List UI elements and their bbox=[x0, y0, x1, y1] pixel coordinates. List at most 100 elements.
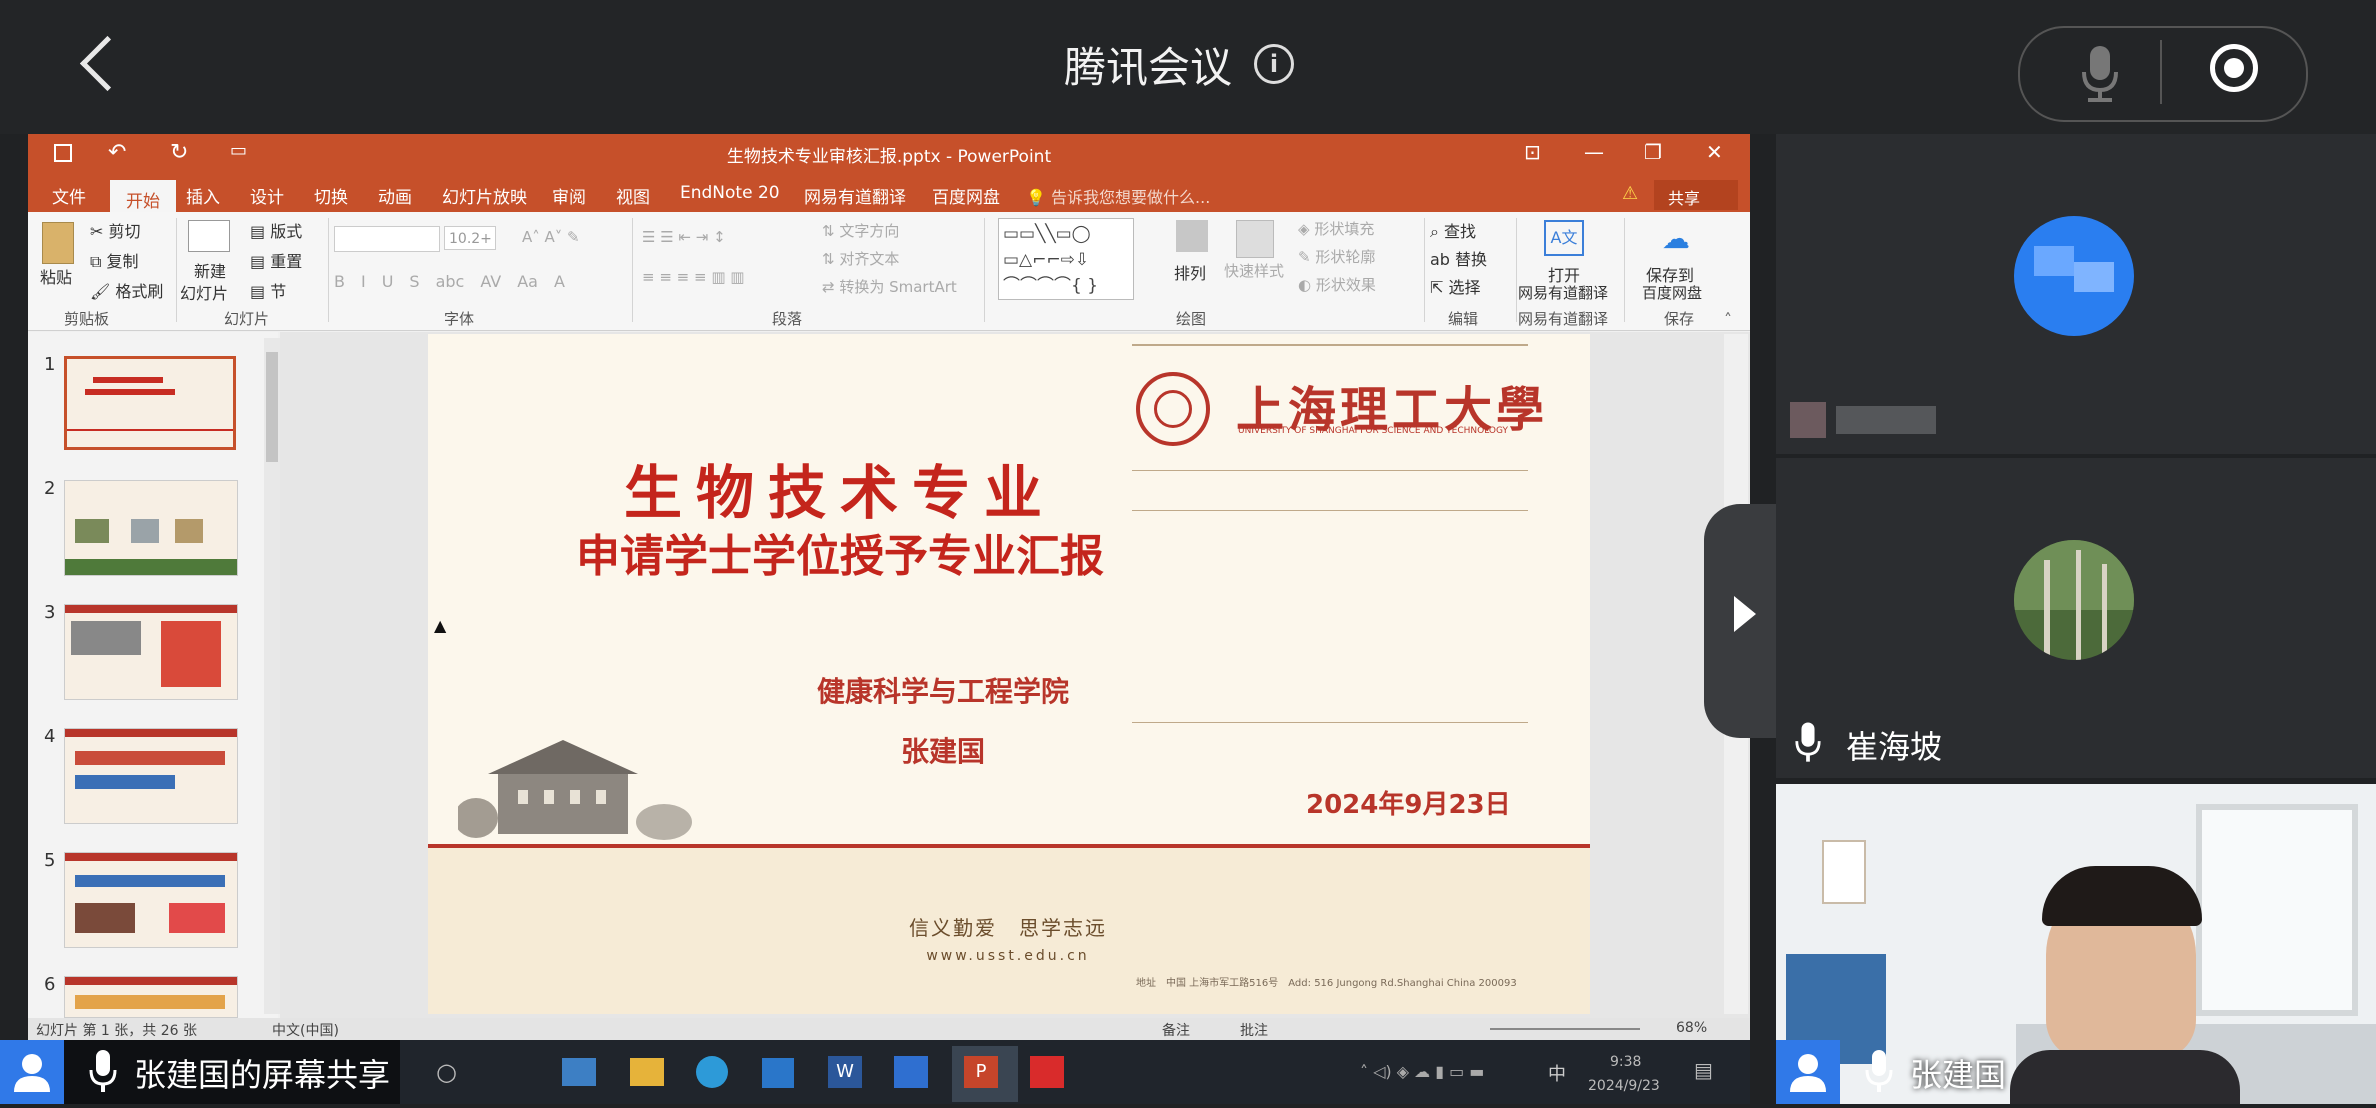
quick-styles-button[interactable]: 快速样式 bbox=[1224, 260, 1284, 281]
menu-endnote[interactable]: EndNote 20 bbox=[680, 183, 780, 203]
screen-share-owner: 张建国的屏幕共享 bbox=[134, 1056, 391, 1094]
ribbon-display-icon[interactable]: ⊡ bbox=[1524, 140, 1541, 164]
arrange-icon[interactable] bbox=[1176, 220, 1208, 252]
font-style-icons[interactable]: B I U S abc AV Aa A bbox=[334, 268, 565, 292]
menu-file[interactable]: 文件 bbox=[52, 183, 86, 208]
divider bbox=[176, 218, 177, 322]
layout-button[interactable]: ▤ 版式 bbox=[250, 218, 302, 242]
list-icons[interactable]: ☰ ☰ ⇤ ⇥ ↕ bbox=[642, 228, 726, 246]
edge-browser-icon[interactable] bbox=[696, 1056, 728, 1088]
divider bbox=[1624, 218, 1625, 322]
menu-transitions[interactable]: 切换 bbox=[314, 183, 348, 208]
comments-button[interactable]: 批注 bbox=[1240, 1020, 1268, 1040]
font-size-field[interactable]: 10.2+ bbox=[444, 226, 496, 250]
editing-group-label: 编辑 bbox=[1448, 310, 1479, 328]
menu-review[interactable]: 审阅 bbox=[552, 183, 586, 208]
slide-thumbnail-4[interactable] bbox=[64, 728, 238, 824]
menu-animations[interactable]: 动画 bbox=[378, 183, 412, 208]
new-slide-button-2[interactable]: 幻灯片 bbox=[180, 280, 228, 304]
shape-effects-label: 形状效果 bbox=[1315, 276, 1376, 294]
replace-label: 替换 bbox=[1455, 250, 1488, 269]
shapes-gallery[interactable]: ▭▭╲╲▭◯ ▭△⌐⌐⇨⇩ ⌒⌒⌒⌒{ } bbox=[998, 218, 1134, 300]
smartart-button[interactable]: ⇄ 转换为 SmartArt bbox=[822, 276, 957, 297]
font-grow-shrink-icons[interactable]: A˄ A˅ ✎ bbox=[522, 228, 580, 246]
quick-styles-icon[interactable] bbox=[1236, 220, 1274, 258]
taskbar-date: 2024/9/23 bbox=[1588, 1078, 1660, 1094]
shape-effects-button[interactable]: ◐ 形状效果 bbox=[1298, 274, 1376, 295]
divider bbox=[1424, 218, 1425, 322]
paste-icon[interactable] bbox=[42, 222, 74, 264]
menu-slideshow[interactable]: 幻灯片放映 bbox=[442, 183, 527, 208]
align-icons[interactable]: ≡ ≡ ≡ ≡ ▥ ▥ bbox=[642, 268, 744, 286]
shape-fill-button[interactable]: ◈ 形状填充 bbox=[1298, 218, 1374, 239]
section-button[interactable]: ▤ 节 bbox=[250, 278, 286, 302]
menu-baidu[interactable]: 百度网盘 bbox=[932, 183, 1000, 208]
reset-label: 重置 bbox=[270, 252, 303, 271]
system-tray-icons[interactable]: ˄ ◁) ◈ ☁ ▮ ▭ ▬ bbox=[1360, 1062, 1484, 1081]
slide-thumbnail-3[interactable] bbox=[64, 604, 238, 700]
slides-group-label: 幻灯片 bbox=[224, 310, 270, 328]
taskbar-search-icon[interactable]: ○ bbox=[436, 1058, 457, 1086]
shape-outline-label: 形状轮廓 bbox=[1315, 248, 1376, 266]
save-baidu-button-2[interactable]: 百度网盘 bbox=[1642, 282, 1702, 303]
record-dot-icon bbox=[2224, 58, 2244, 78]
menu-design[interactable]: 设计 bbox=[250, 183, 284, 208]
collapse-ribbon-icon[interactable]: ˄ bbox=[1724, 310, 1732, 329]
zoom-slider[interactable] bbox=[1490, 1028, 1640, 1030]
new-slide-icon[interactable] bbox=[188, 220, 230, 252]
close-icon[interactable]: ✕ bbox=[1706, 140, 1723, 164]
warning-icon[interactable]: ⚠ bbox=[1622, 183, 1638, 204]
arrange-button[interactable]: 排列 bbox=[1174, 260, 1206, 284]
paste-button[interactable]: 粘贴 bbox=[40, 264, 72, 288]
reset-button[interactable]: ▤ 重置 bbox=[250, 248, 302, 272]
cut-button[interactable]: ✂ 剪切 bbox=[90, 218, 141, 242]
slide-thumbnail-2[interactable] bbox=[64, 480, 238, 576]
find-button[interactable]: ⌕ 查找 bbox=[1430, 218, 1476, 242]
minimize-icon[interactable]: — bbox=[1584, 140, 1604, 164]
youdao-translate-icon[interactable]: A文 bbox=[1544, 220, 1584, 256]
participant-avatar-trees bbox=[2014, 540, 2134, 660]
align-text-button[interactable]: ⇅ 对齐文本 bbox=[822, 248, 899, 269]
slide-thumbnail-6[interactable] bbox=[64, 976, 238, 1018]
slide-number: 3 bbox=[44, 602, 56, 623]
current-slide[interactable]: 上海理工大學 UNIVERSITY OF SHANGHAI FOR SCIENC… bbox=[428, 334, 1590, 1014]
slide-thumbnail-1[interactable] bbox=[64, 356, 236, 450]
tell-me-search[interactable]: 💡 告诉我您想要做什么... bbox=[1026, 184, 1210, 208]
store-app-icon[interactable] bbox=[762, 1058, 794, 1088]
text-direction-button[interactable]: ⇅ 文字方向 bbox=[822, 220, 899, 241]
powerpoint-app-icon[interactable]: P bbox=[964, 1056, 998, 1088]
divider bbox=[984, 218, 985, 322]
menu-youdao[interactable]: 网易有道翻译 bbox=[804, 183, 906, 208]
restore-icon[interactable]: ❐ bbox=[1644, 140, 1662, 164]
new-slide-button[interactable]: 新建 bbox=[194, 258, 226, 282]
menu-insert[interactable]: 插入 bbox=[186, 183, 220, 208]
notification-icon[interactable]: ▤ bbox=[1694, 1058, 1713, 1082]
file-explorer-icon[interactable] bbox=[630, 1058, 664, 1086]
open-youdao-button-2[interactable]: 网易有道翻译 bbox=[1518, 282, 1608, 303]
menu-home[interactable]: 开始 bbox=[110, 187, 176, 212]
word-app-icon[interactable]: W bbox=[828, 1056, 862, 1088]
copy-button[interactable]: ⧉ 复制 bbox=[90, 248, 139, 272]
ime-indicator[interactable]: 中 bbox=[1548, 1060, 1566, 1086]
font-name-field[interactable] bbox=[334, 226, 440, 252]
language-status[interactable]: 中文(中国) bbox=[272, 1020, 339, 1040]
zoom-level[interactable]: 68% bbox=[1676, 1020, 1707, 1036]
pdf-app-icon[interactable] bbox=[1030, 1056, 1064, 1088]
chart-app-icon[interactable] bbox=[894, 1056, 928, 1088]
thumbnail-scrollbar-thumb[interactable] bbox=[266, 352, 278, 462]
slide-number: 1 bbox=[44, 354, 56, 375]
select-button[interactable]: ⇱ 选择 bbox=[1430, 274, 1481, 298]
shape-outline-button[interactable]: ✎ 形状轮廓 bbox=[1298, 246, 1375, 267]
clipboard-group-label: 剪贴板 bbox=[64, 310, 110, 328]
baidu-cloud-icon[interactable]: ☁ bbox=[1662, 222, 1690, 255]
mail-app-icon[interactable] bbox=[562, 1058, 596, 1086]
format-painter-button[interactable]: 🖌 格式刷 bbox=[90, 278, 163, 302]
address-cn: 中国 上海市军工路516号 bbox=[1166, 978, 1279, 989]
notes-button[interactable]: 备注 bbox=[1162, 1020, 1190, 1040]
info-icon[interactable]: i bbox=[1254, 44, 1294, 84]
microphone-icon[interactable] bbox=[2080, 44, 2120, 104]
shape-fill-label: 形状填充 bbox=[1314, 220, 1375, 238]
replace-button[interactable]: ab 替换 bbox=[1430, 246, 1487, 270]
slide-thumbnail-5[interactable] bbox=[64, 852, 238, 948]
menu-view[interactable]: 视图 bbox=[616, 183, 650, 208]
